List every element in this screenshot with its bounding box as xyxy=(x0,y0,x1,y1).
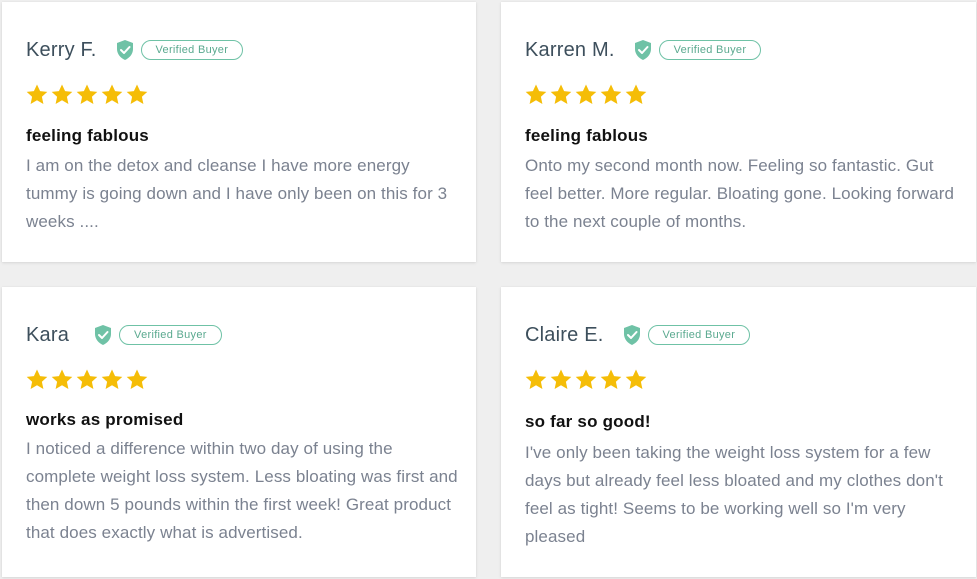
star-icon xyxy=(101,369,123,389)
star-icon xyxy=(600,369,622,389)
review-text: I noticed a difference within two day of… xyxy=(26,439,458,542)
review-card: Claire E. Verified Buyer so far so good!… xyxy=(501,287,976,577)
star-icon xyxy=(625,84,647,104)
review-title: feeling fablous xyxy=(525,126,648,145)
verified-buyer-badge: Verified Buyer xyxy=(140,40,244,60)
verified-buyer-badge: Verified Buyer xyxy=(658,40,762,60)
verified-buyer-badge: Verified Buyer xyxy=(647,325,751,345)
review-card: Kara Verified Buyer works as promised I … xyxy=(2,287,476,577)
review-header: Claire E. Verified Buyer xyxy=(525,323,751,347)
review-header: Kerry F. Verified Buyer xyxy=(26,38,244,62)
star-icon xyxy=(550,84,572,104)
reviewer-name: Kara xyxy=(26,323,70,346)
reviewer-name: Kerry F. xyxy=(26,38,97,61)
star-icon xyxy=(575,369,597,389)
reviews-grid: Kerry F. Verified Buyer feeling fablous … xyxy=(0,0,977,579)
star-icon xyxy=(101,84,123,104)
star-icon xyxy=(525,369,547,389)
star-rating xyxy=(524,83,648,107)
shield-check-icon xyxy=(634,40,651,60)
review-text: I've only been taking the weight loss sy… xyxy=(525,443,943,546)
star-icon xyxy=(76,84,98,104)
star-icon xyxy=(525,84,547,104)
shield-check-icon xyxy=(623,325,640,345)
star-icon xyxy=(51,369,73,389)
review-title: feeling fablous xyxy=(26,126,149,145)
verified-buyer-badge: Verified Buyer xyxy=(119,325,222,345)
review-title: works as promised xyxy=(26,410,184,429)
star-icon xyxy=(126,84,148,104)
shield-check-icon xyxy=(95,325,112,345)
star-icon xyxy=(51,84,73,104)
reviewer-name: Claire E. xyxy=(525,323,604,346)
star-icon xyxy=(625,369,647,389)
star-icon xyxy=(26,84,48,104)
star-icon xyxy=(575,84,597,104)
review-header: Kara Verified Buyer xyxy=(26,323,222,347)
review-header: Karren M. Verified Buyer xyxy=(525,38,762,62)
star-rating xyxy=(25,83,149,107)
review-text: Onto my second month now. Feeling so fan… xyxy=(525,156,955,231)
review-card: Kerry F. Verified Buyer feeling fablous … xyxy=(2,2,476,262)
shield-check-icon xyxy=(116,40,133,60)
star-icon xyxy=(126,369,148,389)
star-icon xyxy=(600,84,622,104)
star-rating xyxy=(25,368,149,392)
star-icon xyxy=(76,369,98,389)
star-icon xyxy=(550,369,572,389)
review-title: so far so good! xyxy=(525,412,651,431)
star-icon xyxy=(26,369,48,389)
star-rating xyxy=(524,368,648,392)
review-text: I am on the detox and cleanse I have mor… xyxy=(26,156,448,231)
reviewer-name: Karren M. xyxy=(525,38,615,61)
review-card: Karren M. Verified Buyer feeling fablous… xyxy=(501,2,976,262)
